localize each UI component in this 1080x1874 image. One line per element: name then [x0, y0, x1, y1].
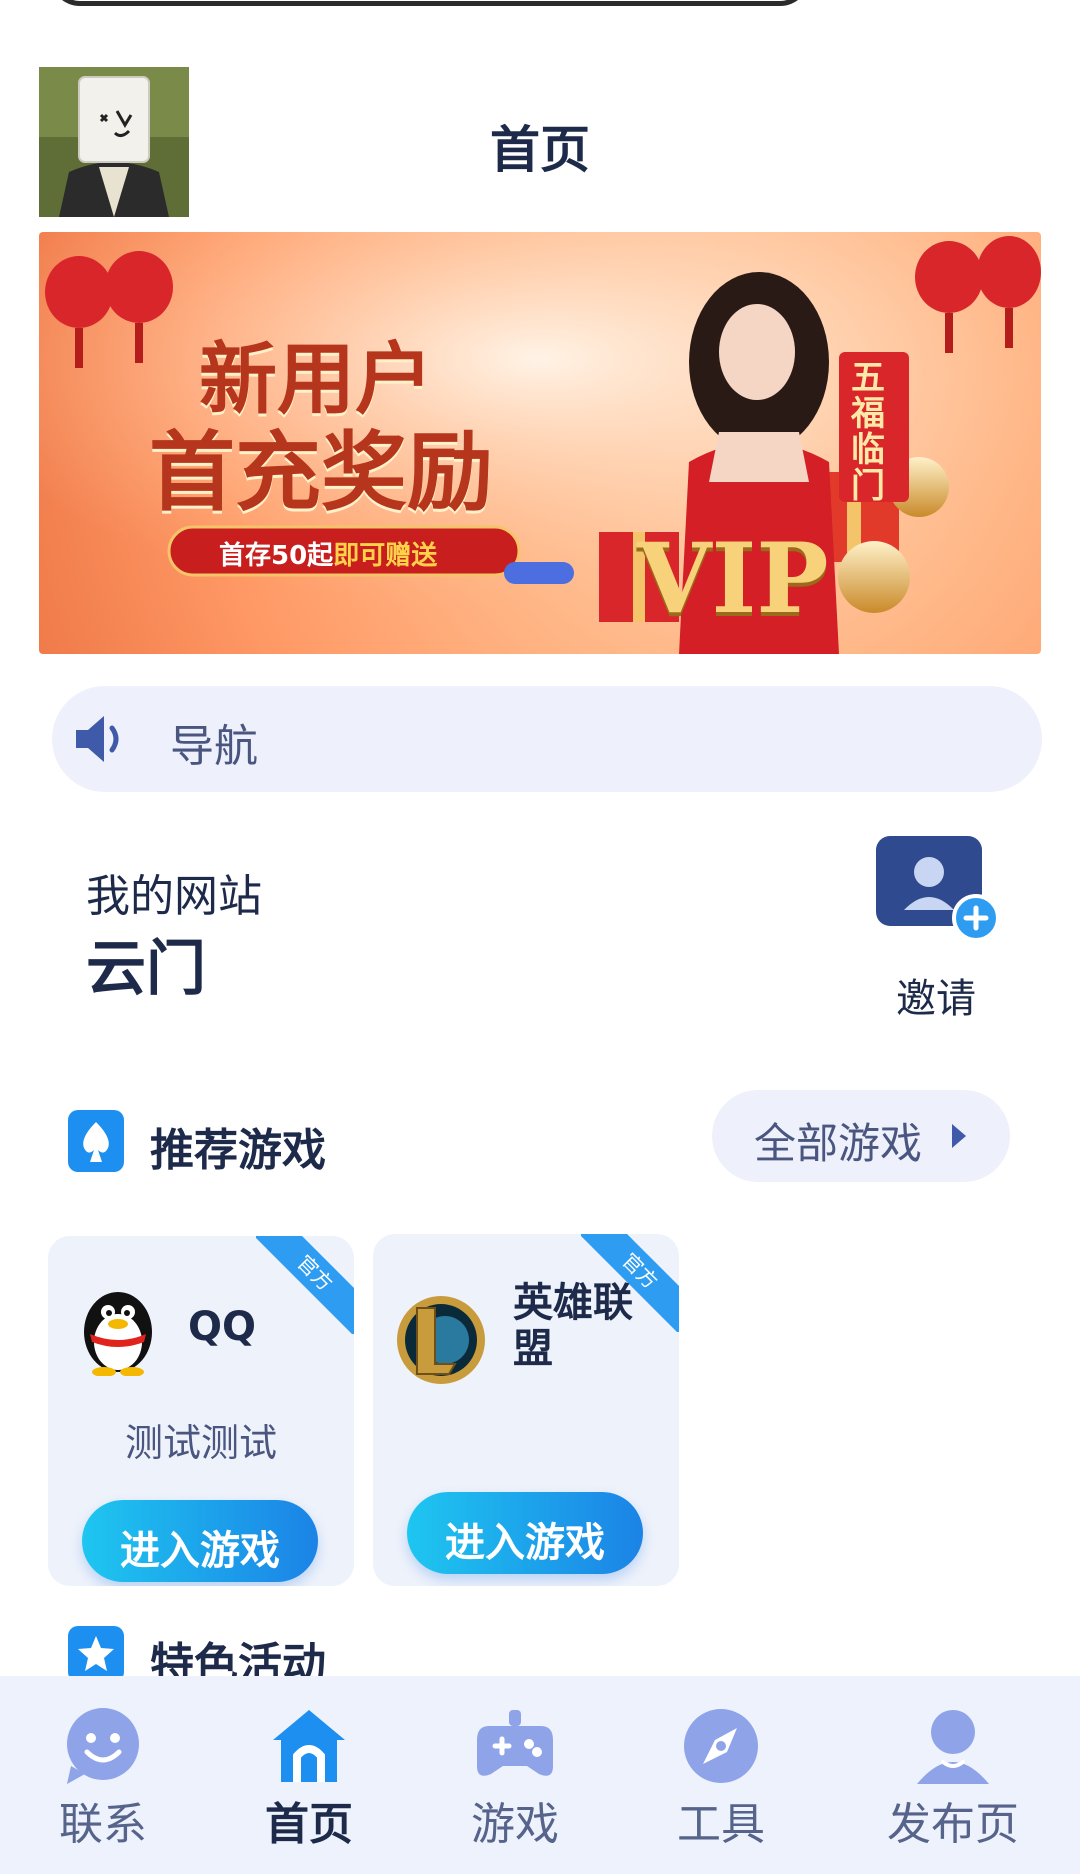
enter-game-button[interactable]: 进入游戏: [82, 1500, 318, 1582]
banner-scroll-text: 五福临门: [851, 358, 885, 506]
tab-publish[interactable]: 发布页: [878, 1676, 1028, 1874]
enter-game-button[interactable]: 进入游戏: [407, 1492, 643, 1574]
game-name: 英雄联盟: [513, 1280, 633, 1372]
all-games-button[interactable]: 全部游戏: [712, 1090, 1010, 1182]
chat-face-icon: [63, 1706, 143, 1786]
notice-bar[interactable]: 导航: [52, 686, 1042, 792]
banner-vip-text: VIP: [637, 522, 829, 635]
site-label: 我的网站: [86, 871, 262, 922]
recommended-title: 推荐游戏: [150, 1125, 326, 1176]
tab-label: 游戏: [471, 1799, 559, 1850]
page-title: 首页: [490, 121, 590, 179]
header: 首页: [0, 60, 1080, 220]
tab-games[interactable]: 游戏: [440, 1676, 590, 1874]
banner-pager-indicator[interactable]: [504, 562, 574, 584]
invite-label: 邀请: [896, 976, 976, 1022]
game-card-qq[interactable]: 官方 QQ 测试测试 进入游戏: [48, 1236, 354, 1586]
official-badge: 官方: [256, 1236, 354, 1334]
enter-game-label: 进入游戏: [120, 1528, 280, 1574]
tab-label: 首页: [265, 1799, 353, 1850]
invite-user-icon: [876, 836, 1000, 960]
notice-text: 导航: [170, 721, 258, 772]
banner-promo-pill: 首存50起即可赠送: [219, 535, 437, 572]
banner-promo-prefix: 首存50起: [219, 541, 334, 571]
chevron-right-icon: [950, 1122, 968, 1150]
tab-tools[interactable]: 工具: [646, 1676, 796, 1874]
league-logo-icon: [395, 1294, 487, 1386]
site-name: 云门: [86, 934, 206, 1004]
banner-promo-suffix: 即可赠送: [333, 541, 438, 571]
bottom-tab-bar: 联系 首页 游戏 工具 发布页: [0, 1676, 1080, 1874]
qq-penguin-icon: [70, 1280, 166, 1377]
spade-card-icon: [68, 1110, 124, 1172]
game-name: QQ: [188, 1304, 257, 1350]
recommended-section-header: 推荐游戏: [68, 1108, 468, 1178]
tab-label: 联系: [59, 1799, 147, 1850]
speaker-icon: [74, 714, 128, 764]
all-games-label: 全部游戏: [754, 1119, 923, 1168]
enter-game-label: 进入游戏: [445, 1520, 605, 1566]
game-card-lol[interactable]: 官方 英雄联盟 进入游戏: [373, 1234, 679, 1586]
banner-headline-line2: 首充奖励: [149, 422, 493, 523]
game-description: 测试测试: [124, 1421, 277, 1465]
device-frame-edge: [50, 0, 810, 6]
invite-button[interactable]: 邀请: [876, 836, 1006, 1022]
star-card-icon: [68, 1626, 124, 1682]
tab-home[interactable]: 首页: [234, 1676, 384, 1874]
promo-banner[interactable]: 新用户 首充奖励 首存50起即可赠送 VIP 五福临门: [39, 232, 1041, 654]
tab-label: 工具: [677, 1799, 765, 1850]
gamepad-icon: [475, 1706, 555, 1786]
tab-label: 发布页: [887, 1799, 1019, 1850]
home-icon: [269, 1706, 349, 1786]
compass-icon: [681, 1706, 761, 1786]
tab-contact[interactable]: 联系: [28, 1676, 178, 1874]
user-icon: [913, 1706, 993, 1786]
